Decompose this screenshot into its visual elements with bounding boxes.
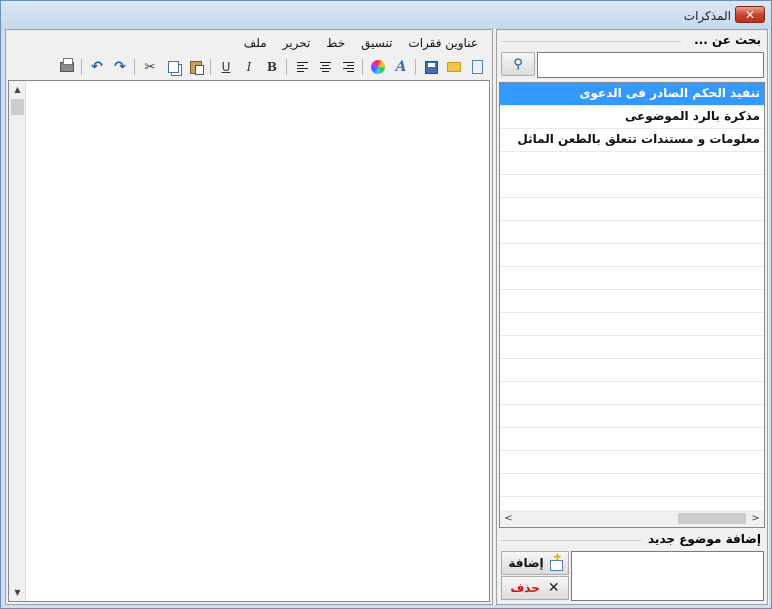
search-button[interactable]: ⚲ (501, 52, 535, 76)
printer-icon (60, 58, 74, 72)
topics-panel: بحث عن ... ⚲ تنفيذ الحكم الصادر فى الدعو… (496, 29, 768, 605)
font-style-button[interactable]: A (390, 57, 412, 77)
close-button[interactable]: ✕ (735, 6, 765, 23)
list-horizontal-scrollbar[interactable]: < > (500, 510, 764, 527)
list-item (500, 267, 764, 290)
topic-list[interactable]: تنفيذ الحكم الصادر فى الدعوى مذكرة بالرد… (499, 82, 765, 528)
copy-icon (167, 61, 179, 73)
window-title: المذكرات (683, 9, 731, 23)
scroll-left-icon[interactable]: < (500, 510, 517, 527)
scissors-icon: ✂ (144, 59, 156, 75)
search-label: بحث عن ... (694, 33, 761, 47)
list-item (500, 198, 764, 221)
paste-button[interactable] (185, 57, 207, 77)
color-button[interactable] (367, 57, 389, 77)
color-palette-icon (371, 60, 385, 74)
toolbar-separator (415, 59, 416, 75)
new-document-button[interactable] (466, 57, 488, 77)
list-item (500, 405, 764, 428)
italic-icon: I (246, 60, 252, 74)
menu-edit[interactable]: تحرير (275, 34, 319, 52)
toolbar-separator (81, 59, 82, 75)
editor-menu-bar: ملف تحرير خط تنسيق عناوين فقرات (236, 34, 486, 52)
scroll-up-icon[interactable]: ▲ (9, 81, 26, 98)
menu-format[interactable]: تنسيق (353, 34, 400, 52)
undo-icon: ↶ (91, 59, 103, 75)
toolbar-separator (134, 59, 135, 75)
list-item (500, 382, 764, 405)
list-item (500, 313, 764, 336)
new-page-icon (471, 60, 483, 74)
list-item[interactable]: مذكرة بالرد الموضوعى (500, 106, 764, 129)
paste-icon (190, 60, 204, 75)
window-client-area: ملف تحرير خط تنسيق عناوين فقرات A B I U … (5, 29, 769, 605)
font-style-icon: A (395, 59, 407, 75)
align-right-button[interactable] (337, 57, 359, 77)
folder-icon (447, 62, 461, 72)
list-item[interactable]: معلومات و مستندات تتعلق بالطعن الماثل (500, 129, 764, 152)
notes-window: المذكرات ✕ ملف تحرير خط تنسيق عناوين فقر… (0, 0, 772, 609)
binoculars-icon: ⚲ (513, 56, 523, 72)
underline-button[interactable]: U (215, 57, 237, 77)
list-item (500, 451, 764, 474)
bold-icon: B (266, 60, 278, 74)
list-item (500, 428, 764, 451)
delete-topic-button[interactable]: حذف ✕ (501, 576, 569, 600)
underline-icon: U (221, 60, 231, 74)
redo-icon: ↷ (114, 59, 126, 75)
open-button[interactable] (443, 57, 465, 77)
divider (501, 41, 681, 42)
list-item (500, 474, 764, 497)
search-input[interactable] (537, 52, 764, 78)
menu-font[interactable]: خط (318, 34, 353, 52)
print-button[interactable] (56, 57, 78, 77)
copy-button[interactable] (162, 57, 184, 77)
scroll-down-icon[interactable]: ▼ (9, 584, 26, 601)
document-editor[interactable]: ▲ ▼ (8, 80, 490, 602)
toolbar-separator (286, 59, 287, 75)
list-item (500, 336, 764, 359)
add-button-label: إضافة (508, 556, 544, 570)
list-item (500, 221, 764, 244)
list-item[interactable]: تنفيذ الحكم الصادر فى الدعوى (500, 83, 764, 106)
italic-button[interactable]: I (238, 57, 260, 77)
list-item (500, 359, 764, 382)
undo-button[interactable]: ↶ (86, 57, 108, 77)
scroll-right-icon[interactable]: > (747, 510, 764, 527)
bold-button[interactable]: B (261, 57, 283, 77)
list-item (500, 175, 764, 198)
align-center-button[interactable] (314, 57, 336, 77)
add-topic-button[interactable]: إضافة (501, 551, 569, 575)
editor-toolbar: A B I U ✂ ↷ ↶ (55, 56, 488, 78)
divider (501, 540, 641, 541)
new-topic-label: إضافة موضوع جديد (648, 532, 761, 546)
scroll-thumb[interactable] (11, 99, 24, 115)
delete-button-label: حذف (510, 581, 540, 595)
cut-button[interactable]: ✂ (139, 57, 161, 77)
editor-panel: ملف تحرير خط تنسيق عناوين فقرات A B I U … (5, 29, 493, 605)
toolbar-separator (362, 59, 363, 75)
align-left-button[interactable] (291, 57, 313, 77)
save-button[interactable] (420, 57, 442, 77)
new-topic-input[interactable] (571, 551, 764, 601)
menu-paragraph-headings[interactable]: عناوين فقرات (400, 34, 486, 52)
menu-file[interactable]: ملف (236, 34, 275, 52)
editor-vertical-scrollbar[interactable]: ▲ ▼ (9, 81, 26, 601)
align-right-icon (342, 62, 354, 72)
redo-button[interactable]: ↷ (109, 57, 131, 77)
close-icon: ✕ (547, 580, 560, 596)
new-item-icon (548, 553, 563, 571)
toolbar-separator (210, 59, 211, 75)
align-center-icon (319, 62, 331, 72)
list-item (500, 152, 764, 175)
title-bar[interactable]: المذكرات ✕ (1, 1, 771, 31)
save-icon (424, 60, 438, 74)
list-item (500, 244, 764, 267)
list-item (500, 290, 764, 313)
scroll-thumb[interactable] (678, 513, 746, 524)
align-left-icon (296, 62, 308, 72)
